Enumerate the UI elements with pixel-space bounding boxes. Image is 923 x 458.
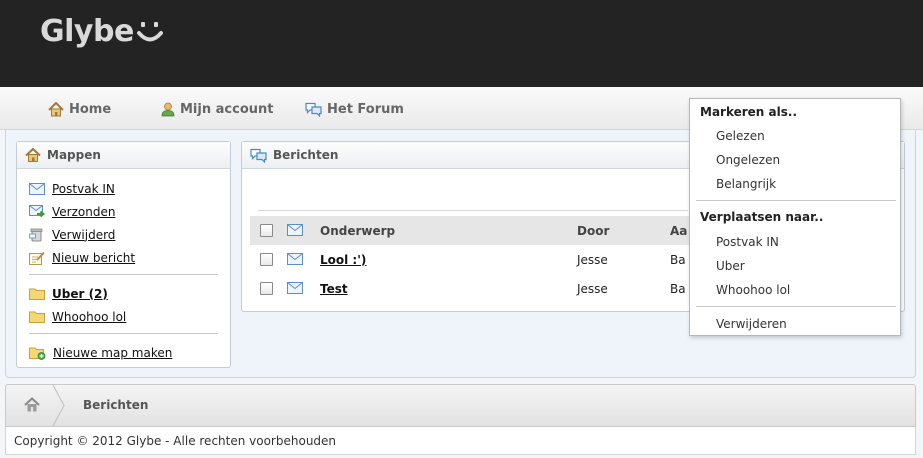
move-to-heading: Verplaatsen naar.. xyxy=(700,210,824,224)
folder-inbox[interactable]: Postvak IN xyxy=(29,177,230,200)
folder-sent[interactable]: Verzonden xyxy=(29,200,230,223)
folder-icon xyxy=(29,288,45,300)
nav-forum[interactable]: Het Forum xyxy=(305,100,404,118)
column-from[interactable]: Door xyxy=(577,224,609,238)
inbox-icon xyxy=(29,182,45,195)
actions-dropdown-menu: Markeren als.. Gelezen Ongelezen Belangr… xyxy=(689,98,901,336)
breadcrumb-separator xyxy=(52,385,65,426)
folder-inbox-label: Postvak IN xyxy=(52,181,115,196)
nav-forum-label: Het Forum xyxy=(327,101,404,117)
top-header: Glybe xyxy=(0,0,923,87)
folder-divider xyxy=(29,333,218,334)
menu-item-move-inbox[interactable]: Postvak IN xyxy=(716,235,779,249)
folder-icon xyxy=(29,311,45,323)
mark-as-heading: Markeren als.. xyxy=(700,105,798,119)
compose-icon xyxy=(29,251,45,265)
folder-divider xyxy=(29,274,218,275)
new-folder-label: Nieuwe map maken xyxy=(53,345,173,360)
nav-my-account-label: Mijn account xyxy=(180,101,274,117)
column-subject[interactable]: Onderwerp xyxy=(320,224,395,238)
column-date[interactable]: Aa xyxy=(670,224,687,238)
home-icon[interactable] xyxy=(24,397,40,412)
menu-item-mark-unread[interactable]: Ongelezen xyxy=(716,153,780,167)
menu-item-delete[interactable]: Verwijderen xyxy=(716,317,787,331)
sent-icon xyxy=(29,205,45,218)
folder-whoohoo-label: Whoohoo lol xyxy=(52,309,127,324)
folder-uber[interactable]: Uber (2) xyxy=(29,282,230,305)
forum-icon xyxy=(250,148,267,163)
folders-title: Mappen xyxy=(47,148,101,162)
nav-my-account[interactable]: Mijn account xyxy=(161,100,273,118)
nav-home-label: Home xyxy=(69,101,112,117)
message-date: Ba xyxy=(670,281,686,296)
logo[interactable]: Glybe xyxy=(40,14,134,49)
smiley-logo-icon xyxy=(137,22,163,42)
row-checkbox[interactable] xyxy=(260,282,273,295)
message-date: Ba xyxy=(670,252,686,267)
menu-divider xyxy=(696,306,896,307)
menu-divider xyxy=(696,200,896,201)
footer: Copyright © 2012 Glybe - Alle rechten vo… xyxy=(5,427,916,455)
new-message-link[interactable]: Nieuw bericht xyxy=(29,246,230,269)
message-from: Jesse xyxy=(577,252,608,267)
envelope-icon xyxy=(287,282,303,294)
envelope-icon xyxy=(287,224,303,236)
folders-panel: Mappen Postvak IN Verzonden Verwijderd N… xyxy=(16,141,231,368)
home-icon xyxy=(48,101,64,116)
new-folder-link[interactable]: Nieuwe map maken xyxy=(29,341,230,364)
message-subject-link[interactable]: Lool :') xyxy=(320,253,366,267)
new-message-label: Nieuw bericht xyxy=(52,250,136,265)
folder-sent-label: Verzonden xyxy=(52,204,116,219)
menu-item-mark-read[interactable]: Gelezen xyxy=(716,129,765,143)
folder-deleted[interactable]: Verwijderd xyxy=(29,223,230,246)
message-from: Jesse xyxy=(577,281,608,296)
menu-item-mark-important[interactable]: Belangrijk xyxy=(716,177,776,191)
breadcrumb: Berichten xyxy=(5,384,916,427)
nav-home[interactable]: Home xyxy=(48,100,111,118)
footer-copyright: Copyright © 2012 Glybe - Alle rechten vo… xyxy=(14,433,337,448)
toolbar-divider xyxy=(258,210,688,211)
new-folder-icon xyxy=(29,347,46,360)
menu-item-move-whoohoo[interactable]: Whoohoo lol xyxy=(716,283,790,297)
forum-icon xyxy=(305,102,322,117)
home-icon xyxy=(25,148,41,162)
menu-item-move-uber[interactable]: Uber xyxy=(716,259,745,273)
user-icon xyxy=(161,102,175,116)
folder-uber-label: Uber (2) xyxy=(52,286,108,301)
messages-title: Berichten xyxy=(273,148,339,162)
message-subject-link[interactable]: Test xyxy=(320,282,348,296)
breadcrumb-current: Berichten xyxy=(83,398,149,412)
envelope-icon xyxy=(287,253,303,265)
folder-whoohoo[interactable]: Whoohoo lol xyxy=(29,305,230,328)
trash-icon xyxy=(29,228,43,242)
folder-deleted-label: Verwijderd xyxy=(52,227,116,242)
select-all-checkbox[interactable] xyxy=(260,224,273,237)
row-checkbox[interactable] xyxy=(260,253,273,266)
folders-panel-header: Mappen xyxy=(17,142,230,169)
folder-list: Postvak IN Verzonden Verwijderd Nieuw be… xyxy=(17,169,230,364)
